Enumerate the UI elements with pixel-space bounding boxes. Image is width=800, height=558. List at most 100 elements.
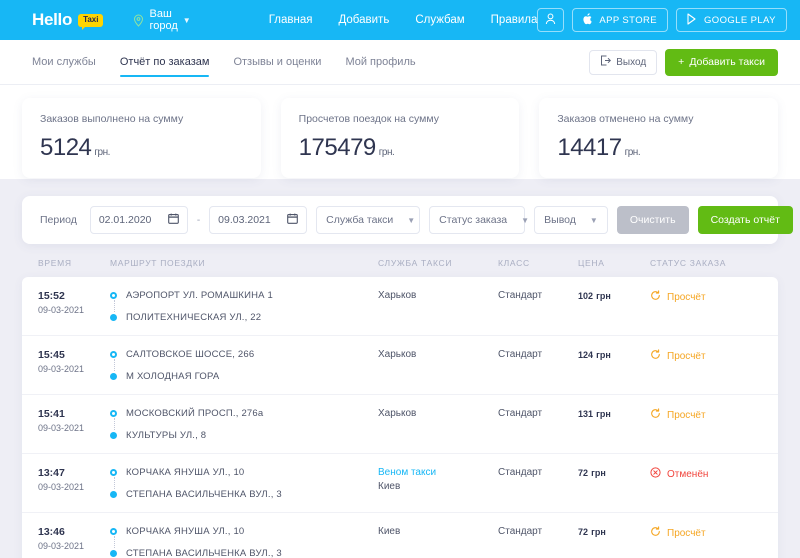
status-badge: Просчёт [650,408,762,422]
tab-reviews-ratings[interactable]: Отзывы и оценки [233,40,321,84]
create-report-button[interactable]: Создать отчёт [697,206,793,234]
route-origin: КОРЧАКА ЯНУША УЛ., 10 [110,526,378,537]
table-row[interactable]: 13:47 09-03-2021 КОРЧАКА ЯНУША УЛ., 10 С… [22,454,778,513]
add-taxi-button[interactable]: + Добавить такси [665,48,778,76]
cell-service: Харьков [378,290,498,301]
table-row[interactable]: 15:45 09-03-2021 САЛТОВСКОЕ ШОССЕ, 266 М… [22,336,778,395]
city-selector[interactable]: Ваш город ▼ [133,8,191,32]
add-taxi-label: Добавить такси [689,56,765,68]
order-status-value: Статус заказа [439,214,508,226]
order-status-select[interactable]: Статус заказа ▼ [429,206,529,234]
column-header-route: МАРШРУТ ПОЕЗДКИ [110,258,206,268]
origin-dot-icon [110,410,117,417]
map-pin-icon [133,13,144,27]
origin-address: САЛТОВСКОЕ ШОССЕ, 266 [126,349,255,360]
origin-address: КОРЧАКА ЯНУША УЛ., 10 [126,526,245,537]
destination-address: СТЕПАНА ВАСИЛЬЧЕНКА ВУЛ., 3 [126,489,282,500]
cell-route: АЭРОПОРТ УЛ. РОМАШКИНА 1 ПОЛИТЕХНИЧЕСКАЯ… [110,290,378,323]
price-currency: грн [596,409,611,419]
table-body: 15:52 09-03-2021 АЭРОПОРТ УЛ. РОМАШКИНА … [22,277,778,558]
refresh-icon [650,526,661,540]
cell-route: КОРЧАКА ЯНУША УЛ., 10 СТЕПАНА ВАСИЛЬЧЕНК… [110,526,378,558]
origin-address: МОСКОВСКИЙ ПРОСП., 276а [126,408,264,419]
tab-my-profile[interactable]: Мой профиль [345,40,415,84]
stat-currency: грн. [624,147,641,158]
plus-icon: + [678,56,685,68]
service-link[interactable]: Веном такси [378,467,498,478]
chevron-down-icon: ▼ [182,15,191,25]
price-value: 72 грн [578,467,650,479]
origin-address: КОРЧАКА ЯНУША УЛ., 10 [126,467,245,478]
table-row[interactable]: 15:52 09-03-2021 АЭРОПОРТ УЛ. РОМАШКИНА … [22,277,778,336]
stat-value: 14417 грн. [557,134,760,162]
secondary-tab-bar: Мои службы Отчёт по заказам Отзывы и оце… [0,40,800,85]
cell-status: Отменён [650,467,762,481]
class-name: Стандарт [498,349,543,360]
stat-card-cancelled: Заказов отменено на сумму 14417 грн. [539,98,779,178]
table-row[interactable]: 15:41 09-03-2021 МОСКОВСКИЙ ПРОСП., 276а… [22,395,778,454]
logout-button[interactable]: Выход [589,49,658,75]
stats-cards: Заказов выполнено на сумму 5124 грн. Прос… [0,85,800,178]
app-page: Hello Taxi Ваш город ▼ Главная Добавить … [0,0,800,558]
tab-my-services[interactable]: Мои службы [32,40,96,84]
cell-route: МОСКОВСКИЙ ПРОСП., 276а КУЛЬТУРЫ УЛ., 8 [110,408,378,441]
output-select[interactable]: Вывод ▼ [534,206,608,234]
period-label: Период [40,214,77,226]
class-name: Стандарт [498,290,543,301]
route-destination: М ХОЛОДНАЯ ГОРА [110,371,378,382]
stat-card-estimates: Просчетов поездок на сумму 175479 грн. [280,98,520,178]
nav-item-services[interactable]: Службам [415,14,464,26]
destination-dot-icon [110,491,117,498]
nav-item-add[interactable]: Добавить [338,14,389,26]
class-name: Стандарт [498,467,543,478]
stat-label: Заказов выполнено на сумму [40,113,184,125]
cell-price: 72 грн [578,526,650,538]
app-store-button[interactable]: APP STORE [572,8,668,32]
top-navigation-bar: Hello Taxi Ваш город ▼ Главная Добавить … [0,0,800,40]
stat-amount: 5124 [40,134,92,161]
nav-item-home[interactable]: Главная [269,14,313,26]
taxi-service-select[interactable]: Служба такси ▼ [316,206,421,234]
order-date: 09-03-2021 [38,541,85,551]
status-badge: Отменён [650,467,762,481]
status-label: Просчёт [667,350,706,362]
class-name: Стандарт [498,408,543,419]
tab-orders-report[interactable]: Отчёт по заказам [119,40,209,84]
column-header-class: КЛАСС [498,258,530,268]
tab-bar-actions: Выход + Добавить такси [589,48,778,76]
user-icon [545,13,556,28]
date-range-dash: - [196,214,201,226]
clear-filters-button[interactable]: Очистить [616,206,689,234]
price-amount: 72 [578,468,589,478]
date-from-input[interactable]: 02.01.2020 [89,206,188,234]
route-origin: АЭРОПОРТ УЛ. РОМАШКИНА 1 [110,290,378,301]
tab-list: Мои службы Отчёт по заказам Отзывы и оце… [32,40,416,84]
status-label: Просчёт [667,527,706,539]
date-to-input[interactable]: 09.03.2021 [209,206,308,234]
service-city: Киев [378,481,401,492]
route-origin: МОСКОВСКИЙ ПРОСП., 276а [110,408,378,419]
destination-address: СТЕПАНА ВАСИЛЬЧЕНКА ВУЛ., 3 [126,548,282,558]
cell-status: Просчёт [650,408,762,422]
chevron-down-icon: ▼ [589,215,598,225]
orders-table: ВРЕМЯ МАРШРУТ ПОЕЗДКИ СЛУЖБА ТАКСИ КЛАСС… [0,258,800,558]
exit-icon [600,55,612,69]
cell-status: Просчёт [650,526,762,540]
order-time: 15:52 [38,290,65,302]
nav-item-rules[interactable]: Правила [491,14,538,26]
order-date: 09-03-2021 [38,423,85,433]
price-value: 124 грн [578,349,650,361]
column-header-service: СЛУЖБА ТАКСИ [378,258,453,268]
filters-section: Период 02.01.2020 - 09.03.2021 Служба та… [0,178,800,244]
table-row[interactable]: 13:46 09-03-2021 КОРЧАКА ЯНУША УЛ., 10 С… [22,513,778,558]
price-amount: 72 [578,527,589,537]
price-currency: грн [591,468,606,478]
site-logo[interactable]: Hello Taxi [32,10,104,30]
status-label: Просчёт [667,291,706,303]
stat-value: 175479 грн. [299,134,502,162]
stat-amount: 175479 [298,134,377,161]
logout-label: Выход [616,56,647,68]
account-button[interactable] [537,8,565,32]
calendar-icon [287,213,299,227]
google-play-button[interactable]: GOOGLE PLAY [676,8,787,32]
